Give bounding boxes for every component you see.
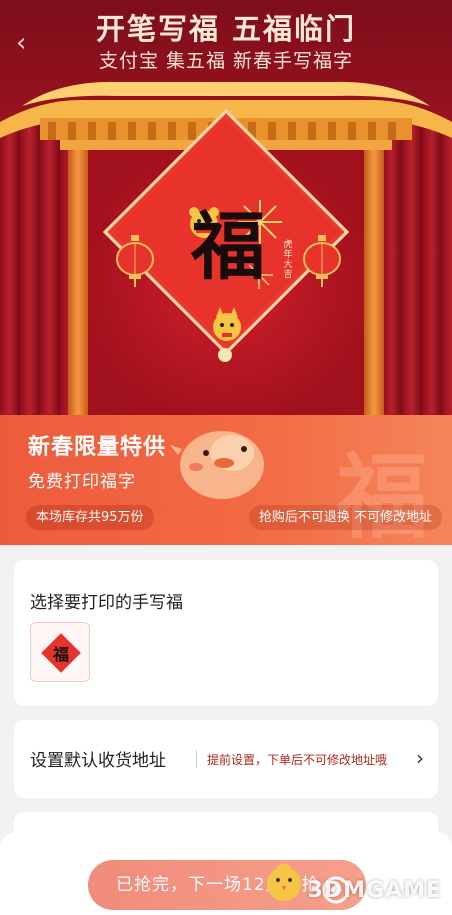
watermark: 3DMGAME [307,878,442,903]
thumb-character: 福 [52,645,69,664]
promo-title: 新春限量特供 [28,435,167,460]
fu-thumbnail-option[interactable]: 福 [30,622,90,682]
fu-calligraphy: 福 [191,204,265,290]
stock-badge: 本场库存共95万份 [26,505,154,530]
default-address-row[interactable]: 设置默认收货地址 提前设置，下单后不可修改地址哦 › [14,720,438,798]
red-lantern-icon [303,235,341,287]
right-pillar [364,150,384,415]
address-title: 设置默认收货地址 [30,751,166,771]
select-fu-title: 选择要打印的手写福 [30,593,183,613]
address-divider [196,750,197,768]
chevron-right-icon: › [416,746,424,770]
chick-icon [267,863,301,901]
left-pillar [68,150,88,415]
address-hint: 提前设置，下单后不可修改地址哦 [207,753,388,767]
promo-band: 福 新春限量特供 免费打印福字 本场库存共95万份 抢购后不可退换 不可修改地址 [0,415,452,545]
hero-subtitle: 支付宝 集五福 新春手写福字 [98,50,354,72]
promo-subtitle: 免费打印福字 [28,472,136,492]
notice-badge: 抢购后不可退换 不可修改地址 [248,505,442,530]
stamp-text: 虎年大吉 [283,240,293,280]
tiger-cub-icon [213,307,241,341]
chick-mascot-icon [170,431,264,499]
hero-title: 开笔写福 五福临门 [95,12,357,46]
select-fu-card: 选择要打印的手写福 福 [14,560,438,706]
seal-icon [218,348,232,362]
red-lantern-icon [116,235,154,287]
